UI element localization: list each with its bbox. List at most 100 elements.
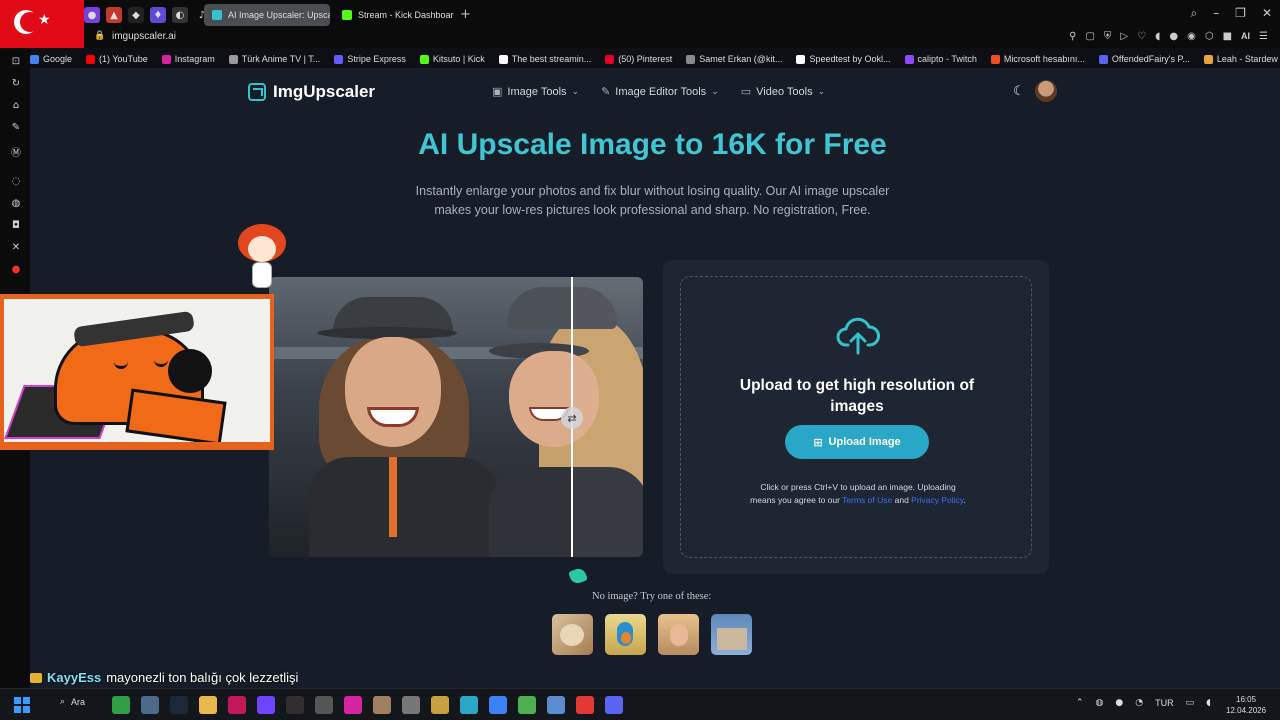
whatsapp-icon[interactable]: ◍: [10, 198, 22, 210]
minecraft-icon[interactable]: [518, 696, 536, 714]
app-icon[interactable]: [431, 696, 449, 714]
close-icon[interactable]: ✕: [1262, 6, 1272, 21]
tray-app-icon[interactable]: ◔: [1135, 698, 1143, 708]
pinned-tab-icon[interactable]: ●: [84, 7, 100, 23]
upload-image-button[interactable]: ⊞ Upload Image: [785, 425, 929, 459]
tray-app-icon[interactable]: ●: [1115, 698, 1123, 708]
app-icon[interactable]: [576, 696, 594, 714]
tray-app-icon[interactable]: ◍: [1096, 698, 1104, 708]
sidebar-icon[interactable]: ⊡: [10, 56, 22, 68]
nav-image-editor-tools[interactable]: ✎ Image Editor Tools ⌄: [601, 85, 719, 98]
pinned-tab-icon[interactable]: ◆: [128, 7, 144, 23]
theme-toggle-icon[interactable]: ☾: [1013, 84, 1025, 99]
discord-icon[interactable]: [605, 696, 623, 714]
bookmark-item[interactable]: The best streamin...: [498, 54, 591, 64]
bookmarks-bar: Google (1) YouTube Instagram Türk Anime …: [30, 50, 1280, 68]
bookmark-item[interactable]: (50) Pinterest: [605, 54, 672, 64]
messenger-icon[interactable]: ◌: [10, 176, 22, 188]
steam-icon[interactable]: [170, 696, 188, 714]
nav-image-tools[interactable]: ▣ Image Tools ⌄: [492, 85, 579, 98]
network-icon[interactable]: ▭: [1186, 698, 1195, 708]
shield-icon[interactable]: ⛨: [1104, 31, 1112, 42]
pinned-tab-icon[interactable]: ♦: [150, 7, 166, 23]
pin-icon[interactable]: ⚲: [1069, 31, 1076, 42]
sidebar-icon[interactable]: ↻: [10, 78, 22, 90]
xbox-icon[interactable]: [112, 696, 130, 714]
obs-icon[interactable]: [286, 696, 304, 714]
app-icon[interactable]: [141, 696, 159, 714]
sample-image-bird[interactable]: [605, 614, 646, 655]
tab-kick-dashboard[interactable]: Stream - Kick Dashboard: [334, 4, 454, 26]
extension-toolbar: ⚲ ▢ ⛨ ▷ ♡ ◖ ● ◉ ⬡ ■ AI ☰: [1069, 31, 1268, 42]
sidebar-icon[interactable]: Ⓜ: [10, 144, 22, 159]
folder-icon[interactable]: [199, 696, 217, 714]
sample-image-building[interactable]: [711, 614, 752, 655]
puzzle-icon[interactable]: ⬡: [1205, 31, 1214, 42]
video-icon: ▭: [740, 85, 752, 98]
before-after-comparison[interactable]: ⇄: [269, 277, 643, 557]
play-icon[interactable]: ▷: [1120, 31, 1128, 42]
extension-icon[interactable]: ◉: [1187, 31, 1196, 42]
bookmark-item[interactable]: Türk Anime TV | T...: [228, 54, 320, 64]
instagram-icon[interactable]: [344, 696, 362, 714]
nav-video-tools[interactable]: ▭ Video Tools ⌄: [741, 85, 825, 98]
app-icon[interactable]: [489, 696, 507, 714]
bookmark-item[interactable]: Samet Erkan (@kit...: [686, 54, 782, 64]
pinned-tab-icon[interactable]: ▲: [106, 7, 122, 23]
bookmark-item[interactable]: Google: [30, 54, 72, 64]
slider-handle-icon[interactable]: ⇄: [561, 407, 583, 429]
music-icon[interactable]: ●: [10, 264, 22, 276]
bookmark-item[interactable]: Leah - Stardew Va...: [1203, 54, 1280, 64]
minimize-icon[interactable]: –: [1213, 6, 1219, 21]
ai-button[interactable]: AI: [1241, 31, 1250, 42]
privacy-link[interactable]: Privacy Policy: [911, 495, 963, 505]
site-logo[interactable]: ImgUpscaler: [248, 82, 375, 102]
bookmark-item[interactable]: Instagram: [161, 54, 215, 64]
taskbar: ⌕ Ara ⌃ ◍ ● ◔ TUR ▭ ◖ 16:05 12.04.2026: [0, 688, 1280, 720]
heart-icon[interactable]: ♡: [1137, 31, 1146, 42]
taskbar-clock[interactable]: 16:05 12.04.2026: [1226, 694, 1266, 716]
terms-link[interactable]: Terms of Use: [842, 495, 892, 505]
search-tabs-icon[interactable]: ⌕: [1190, 6, 1197, 21]
input-language[interactable]: TUR: [1155, 698, 1174, 708]
app-icon[interactable]: [257, 696, 275, 714]
extension-icon[interactable]: ●: [1169, 31, 1178, 42]
sidebar-icon[interactable]: ✎: [10, 122, 22, 134]
pinned-tab-icon[interactable]: ◐: [172, 7, 188, 23]
bookmark-item[interactable]: Microsoft hesabını...: [990, 54, 1085, 64]
avatar[interactable]: [1035, 80, 1057, 102]
bookmark-item[interactable]: Kitsuto | Kick: [419, 54, 485, 64]
sample-image-portrait[interactable]: [658, 614, 699, 655]
taskbar-search[interactable]: ⌕ Ara: [60, 697, 85, 707]
site-info-icon[interactable]: 🔒: [94, 31, 105, 41]
app-icon[interactable]: [373, 696, 391, 714]
menu-icon[interactable]: ☰: [1259, 31, 1268, 42]
tab-imgupscaler[interactable]: AI Image Upscaler: Upsca: [204, 4, 330, 26]
opera-gx-icon[interactable]: [228, 696, 246, 714]
sample-image-dog[interactable]: [552, 614, 593, 655]
bookmark-item[interactable]: OffendedFairy's P...: [1098, 54, 1190, 64]
bookmark-item[interactable]: (1) YouTube: [86, 54, 148, 64]
instagram-icon[interactable]: ◘: [10, 220, 22, 232]
sidebar-icon[interactable]: ⌂: [10, 100, 22, 112]
profile-icon[interactable]: ■: [1223, 31, 1232, 42]
windows-start-icon[interactable]: [14, 697, 30, 713]
app-icon[interactable]: [547, 696, 565, 714]
bookmark-item[interactable]: Stripe Express: [334, 54, 406, 64]
snapshot-icon[interactable]: ▢: [1085, 31, 1094, 42]
chevron-up-icon[interactable]: ⌃: [1076, 698, 1084, 708]
new-tab-icon[interactable]: +: [460, 7, 471, 22]
app-icon[interactable]: [315, 696, 333, 714]
maximize-icon[interactable]: ❐: [1235, 6, 1246, 21]
address-field[interactable]: imgupscaler.ai: [112, 31, 176, 42]
volume-icon[interactable]: ◖: [1155, 31, 1160, 42]
x-icon[interactable]: ✕: [10, 242, 22, 254]
bookmark-favicon: [228, 54, 238, 64]
upload-dropzone[interactable]: Upload to get high resolution of images …: [680, 276, 1032, 558]
bookmark-item[interactable]: Speedtest by Ookl...: [796, 54, 891, 64]
app-icon[interactable]: [402, 696, 420, 714]
app-icon[interactable]: [460, 696, 478, 714]
bookmark-item[interactable]: calipto - Twitch: [904, 54, 977, 64]
sample-images: [552, 614, 752, 655]
volume-icon[interactable]: ◖: [1206, 698, 1211, 708]
